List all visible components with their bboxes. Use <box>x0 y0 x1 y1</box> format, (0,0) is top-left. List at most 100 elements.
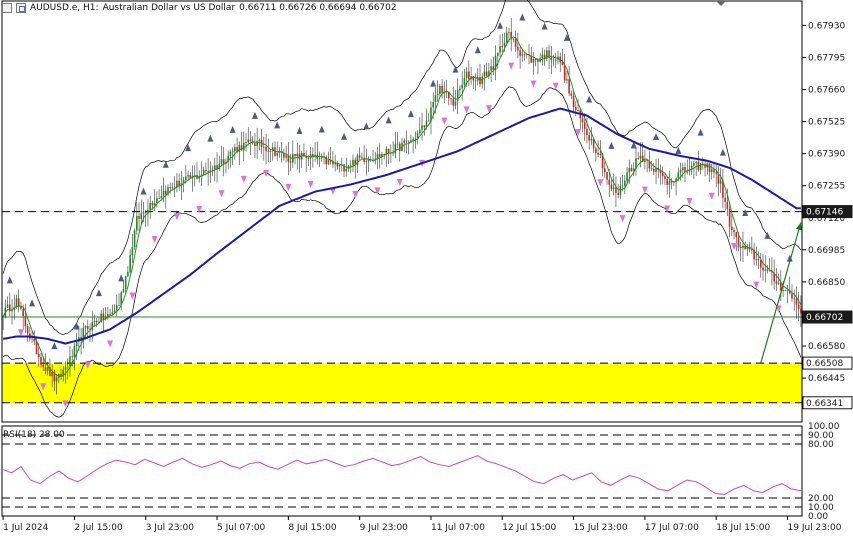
time-tick-label: 17 Jul 07:00 <box>645 523 699 533</box>
candle-body <box>95 321 98 323</box>
chart-canvas[interactable]: 0.67930 0.67795 0.67660 0.67525 0.67390 0.672… <box>0 0 853 538</box>
candle-body <box>519 50 521 56</box>
candle-body <box>463 78 466 85</box>
candle-body <box>361 157 363 159</box>
candle-body <box>468 71 470 80</box>
candle-body <box>797 304 800 309</box>
candle-body <box>124 276 127 289</box>
time-tick-label: 9 Jul 23:00 <box>360 523 409 533</box>
price-label-text: 0.66508 <box>806 359 843 369</box>
candle-body <box>617 193 619 195</box>
fractal-down-marker <box>753 281 760 289</box>
price-tick-label: 0.67660 <box>808 86 845 96</box>
candle-body <box>726 201 729 209</box>
candle-body <box>6 304 9 308</box>
candle-body <box>86 326 89 330</box>
candle-body <box>762 267 764 271</box>
time-tick-label: 8 Jul 15:00 <box>288 523 337 533</box>
candle-body <box>187 174 189 177</box>
candle-body <box>234 147 236 152</box>
support-zone <box>2 363 802 403</box>
candle-body <box>764 269 767 271</box>
candle-body <box>474 80 477 82</box>
candle-body <box>222 159 225 164</box>
candle-body <box>610 184 613 190</box>
scroll-marker-icon[interactable] <box>716 1 726 6</box>
candle-body <box>407 141 410 143</box>
candle-body <box>109 313 111 315</box>
candle-body <box>679 170 682 173</box>
fractal-down-marker <box>641 186 648 194</box>
chart-grid-icon[interactable] <box>16 3 26 13</box>
candle-body <box>26 326 29 334</box>
candle-body <box>140 213 143 219</box>
chart-header: AUDUSD.e, H1: Australian Dollar vs US Do… <box>2 3 397 13</box>
fractal-down-marker <box>441 117 448 125</box>
candle-body <box>550 57 553 61</box>
fractal-down-marker <box>240 175 247 183</box>
candle-body <box>162 190 165 197</box>
bollinger-upper-band <box>2 0 802 336</box>
candle-body <box>552 59 555 61</box>
fractal-down-marker <box>352 190 359 198</box>
candle-body <box>483 71 486 77</box>
fractal-up-marker <box>95 289 102 297</box>
candle-body <box>661 172 664 177</box>
fractal-down-marker <box>307 180 314 188</box>
candle-body <box>434 95 437 103</box>
smoothed-price-line <box>2 36 802 377</box>
candle-body <box>202 169 205 175</box>
candle-body <box>650 168 653 170</box>
candle-body <box>75 341 78 347</box>
chart-type-icon[interactable] <box>2 3 12 13</box>
candle-body <box>532 58 535 63</box>
candle-body <box>439 85 441 94</box>
fractal-down-marker <box>107 340 114 348</box>
candle-body <box>719 180 722 184</box>
time-tick-label: 11 Jul 07:00 <box>431 523 485 533</box>
rsi-panel-frame <box>1 425 803 517</box>
candle-body <box>523 54 526 56</box>
forecast-arrow-line[interactable] <box>760 222 802 364</box>
candle-body <box>73 346 76 358</box>
candle-body <box>639 155 642 159</box>
candle-body <box>69 356 71 367</box>
candle-body <box>156 198 158 203</box>
fractal-down-marker <box>597 179 604 187</box>
candle-body <box>46 367 49 371</box>
trading-chart[interactable]: 0.67930 0.67795 0.67660 0.67525 0.67390 0.672… <box>0 0 853 538</box>
candle-body <box>102 313 105 320</box>
candle-body <box>231 151 234 153</box>
candle-body <box>245 142 247 143</box>
candle-body <box>398 143 401 152</box>
candle-body <box>265 146 267 151</box>
candle-body <box>205 169 207 172</box>
candle-body <box>485 71 488 76</box>
time-tick-label: 15 Jul 23:00 <box>574 523 628 533</box>
candle-body <box>66 366 69 368</box>
fractal-up-marker <box>341 132 348 140</box>
candle-body <box>666 178 668 185</box>
candle-body <box>693 163 695 166</box>
candle-body <box>365 161 368 162</box>
candle-body <box>242 142 245 151</box>
forecast-arrow-head <box>795 222 802 231</box>
candle-body <box>548 50 550 58</box>
candle-body <box>499 46 501 53</box>
fractal-up-marker <box>251 111 258 119</box>
time-tick-label: 5 Jul 07:00 <box>217 523 266 533</box>
candle-body <box>127 271 129 277</box>
fractal-up-marker <box>229 125 236 133</box>
fractal-up-marker <box>608 141 615 149</box>
fractal-up-marker <box>541 22 548 30</box>
candle-body <box>570 93 573 96</box>
candle-body <box>588 135 590 141</box>
time-tick-label: 19 Jul 23:00 <box>788 523 842 533</box>
candle-body <box>153 202 156 206</box>
fractal-up-marker <box>653 132 660 140</box>
candle-body <box>334 163 336 165</box>
candle-body <box>575 107 577 111</box>
candle-body <box>563 65 566 81</box>
candle-body <box>786 290 789 291</box>
candle-body <box>677 172 680 179</box>
